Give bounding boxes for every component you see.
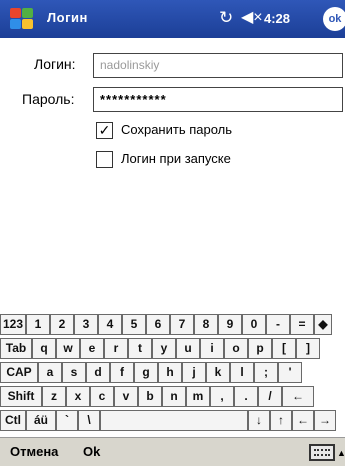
key-6[interactable]: 6: [146, 314, 170, 335]
key-u[interactable]: u: [176, 338, 200, 359]
key-backspace[interactable]: ←: [292, 410, 314, 431]
save-password-checkbox[interactable]: ✓: [96, 122, 113, 139]
save-password-label[interactable]: Сохранить пароль: [121, 122, 232, 137]
key-t[interactable]: t: [128, 338, 152, 359]
key-j[interactable]: j: [182, 362, 206, 383]
windows-flag-icon: [22, 8, 33, 18]
key-[[interactable]: [: [272, 338, 296, 359]
windows-flag-icon: [10, 8, 21, 18]
key-0[interactable]: 0: [242, 314, 266, 335]
speaker-muted-icon[interactable]: ◀×: [241, 8, 263, 28]
key-h[interactable]: h: [158, 362, 182, 383]
key-q[interactable]: q: [32, 338, 56, 359]
windows-flag-icon: [10, 19, 21, 29]
cancel-menu-item[interactable]: Отмена: [10, 444, 58, 459]
key-g[interactable]: g: [134, 362, 158, 383]
keyboard-icon[interactable]: [309, 444, 335, 461]
key-tab[interactable]: Tab: [0, 338, 32, 359]
login-on-start-checkbox[interactable]: [96, 151, 113, 168]
key-k[interactable]: k: [206, 362, 230, 383]
key-1[interactable]: 1: [26, 314, 50, 335]
key-3[interactable]: 3: [74, 314, 98, 335]
key-f[interactable]: f: [110, 362, 134, 383]
key-shift[interactable]: Shift: [0, 386, 42, 407]
login-on-start-label[interactable]: Логин при запуске: [121, 151, 231, 166]
key-=[interactable]: =: [290, 314, 314, 335]
key-][interactable]: ]: [296, 338, 320, 359]
key-r[interactable]: r: [104, 338, 128, 359]
window-title: Логин: [47, 10, 88, 25]
key-arrow-down[interactable]: ↓: [248, 410, 270, 431]
menu-bar: Отмена Ok ▲: [0, 437, 345, 466]
key-7[interactable]: 7: [170, 314, 194, 335]
key-8[interactable]: 8: [194, 314, 218, 335]
key-.[interactable]: .: [234, 386, 258, 407]
key--[interactable]: -: [266, 314, 290, 335]
key-`[interactable]: `: [56, 410, 78, 431]
key-extra[interactable]: ◆: [314, 314, 332, 335]
key-9[interactable]: 9: [218, 314, 242, 335]
key-,[interactable]: ,: [210, 386, 234, 407]
password-label: Пароль:: [22, 91, 75, 107]
key-5[interactable]: 5: [122, 314, 146, 335]
key-ctrl[interactable]: Ctl: [0, 410, 26, 431]
key-x[interactable]: x: [66, 386, 90, 407]
key-v[interactable]: v: [114, 386, 138, 407]
key-s[interactable]: s: [62, 362, 86, 383]
windows-flag-icon: [22, 19, 33, 29]
login-label: Логин:: [34, 56, 76, 72]
key-z[interactable]: z: [42, 386, 66, 407]
key-arrow-up[interactable]: ↑: [270, 410, 292, 431]
key-arrow-right[interactable]: →: [314, 410, 336, 431]
key-w[interactable]: w: [56, 338, 80, 359]
key-i[interactable]: i: [200, 338, 224, 359]
ok-menu-item[interactable]: Ok: [83, 444, 100, 459]
key-l[interactable]: l: [230, 362, 254, 383]
key-backspace[interactable]: ←: [282, 386, 314, 407]
key-e[interactable]: e: [80, 338, 104, 359]
sync-icon[interactable]: ↻: [219, 8, 233, 28]
key-b[interactable]: b: [138, 386, 162, 407]
key-caps[interactable]: CAP: [0, 362, 38, 383]
key-y[interactable]: y: [152, 338, 176, 359]
ok-button[interactable]: ok: [323, 7, 345, 31]
key-2[interactable]: 2: [50, 314, 74, 335]
key-'[interactable]: ': [278, 362, 302, 383]
key-accents[interactable]: áü: [26, 410, 56, 431]
start-menu-button[interactable]: [7, 6, 37, 32]
key-4[interactable]: 4: [98, 314, 122, 335]
key-a[interactable]: a: [38, 362, 62, 383]
key-\[interactable]: \: [78, 410, 100, 431]
key-space[interactable]: [100, 410, 248, 431]
key-;[interactable]: ;: [254, 362, 278, 383]
key-c[interactable]: c: [90, 386, 114, 407]
password-input[interactable]: ***********: [93, 87, 343, 112]
key-123[interactable]: 123: [0, 314, 26, 335]
key-d[interactable]: d: [86, 362, 110, 383]
key-/[interactable]: /: [258, 386, 282, 407]
login-input[interactable]: nadolinskiy: [93, 53, 343, 78]
title-bar: Логин ↻ ◀× 4:28 ok: [0, 0, 345, 38]
clock[interactable]: 4:28: [264, 11, 290, 26]
key-p[interactable]: p: [248, 338, 272, 359]
key-m[interactable]: m: [186, 386, 210, 407]
soft-keyboard: 123 1 2 3 4 5 6 7 8 9 0- = ◆ Tab q w e r t y u i o p[] CAP a s d f g h…: [0, 314, 345, 437]
key-n[interactable]: n: [162, 386, 186, 407]
key-o[interactable]: o: [224, 338, 248, 359]
input-panel-arrow-icon[interactable]: ▲: [337, 448, 345, 458]
